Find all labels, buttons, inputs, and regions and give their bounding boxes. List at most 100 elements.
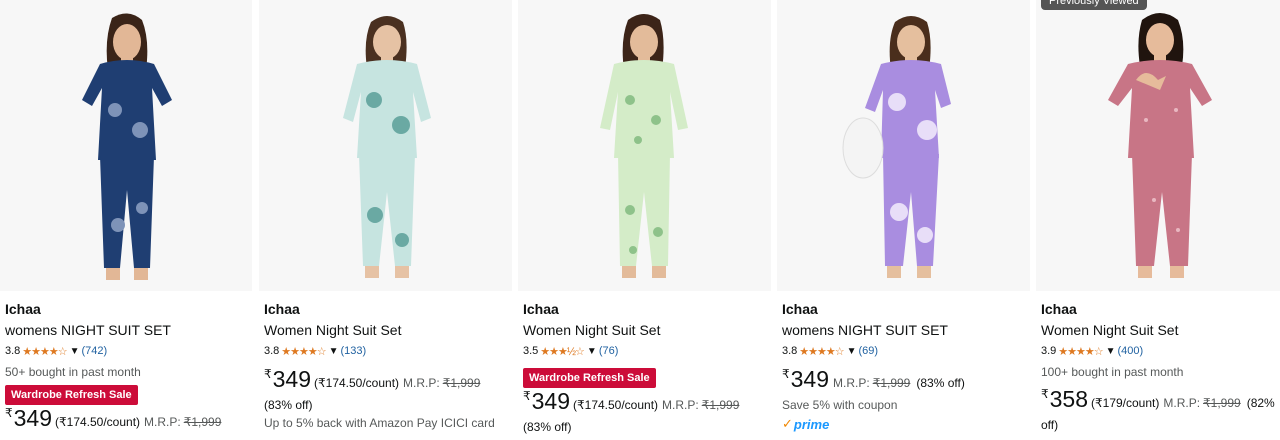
product-grid: Ichaa womens NIGHT SUIT SET 3.8 ★★★★☆ ▼ … [0, 0, 1280, 440]
price-row[interactable]: ₹ 349 (₹174.50/count) M.R.P: ₹1,999 [523, 388, 768, 418]
star-rating-icon[interactable]: ★★★★☆ [22, 345, 67, 358]
prime-badge: ✓ prime [782, 416, 829, 432]
price-whole: 349 [13, 405, 53, 431]
model-figure [842, 16, 951, 278]
review-count-link[interactable]: (76) [599, 345, 619, 357]
brand-name: Ichaa [523, 301, 559, 317]
brand-name: Ichaa [264, 301, 300, 317]
product-image[interactable] [777, 0, 1030, 291]
mrp-value: ₹1,999 [701, 398, 740, 412]
price-whole: 349 [272, 366, 312, 392]
star-rating-icon[interactable]: ★★★★☆ [1058, 345, 1103, 358]
price-row[interactable]: ₹ 349 (₹174.50/count) M.R.P: ₹1,999 [5, 405, 250, 435]
brand-name: Ichaa [5, 301, 41, 317]
currency-symbol: ₹ [1041, 387, 1049, 401]
currency-symbol: ₹ [523, 389, 531, 403]
model-figure [1108, 13, 1212, 278]
model-figure [343, 16, 431, 278]
deal-badge: Wardrobe Refresh Sale [523, 368, 656, 388]
rating-row: 3.8 ★★★★☆ ▼ (133) [264, 340, 509, 362]
product-info: Ichaa Women Night Suit Set 3.5 ★★★½☆ ▼ (… [523, 298, 768, 436]
rating-row: 3.9 ★★★★☆ ▼ (400) [1041, 340, 1276, 362]
product-image[interactable] [518, 0, 771, 291]
rating-value: 3.8 [782, 345, 798, 357]
currency-symbol: ₹ [5, 406, 13, 420]
product-title[interactable]: womens NIGHT SUIT SET [5, 320, 250, 340]
discount-text: (83% off) [523, 420, 572, 434]
price-whole: 349 [531, 388, 571, 414]
price-whole: 358 [1049, 386, 1089, 412]
rating-row: 3.5 ★★★½☆ ▼ (76) [523, 340, 768, 362]
product-title[interactable]: Women Night Suit Set [523, 320, 768, 340]
star-rating-icon[interactable]: ★★★★☆ [799, 345, 844, 358]
mrp-label: M.R.P: [833, 376, 870, 390]
chevron-down-icon[interactable]: ▼ [1106, 346, 1116, 357]
product-image[interactable]: Previously Viewed [1036, 0, 1280, 291]
model-figure [600, 14, 688, 278]
unit-price: (₹174.50/count) [573, 398, 659, 412]
brand-name: Ichaa [1041, 301, 1077, 317]
unit-price: (₹174.50/count) [55, 415, 141, 429]
mrp-value: ₹1,999 [183, 415, 222, 429]
mrp-value: ₹1,999 [872, 376, 911, 390]
mrp-label: M.R.P: [403, 376, 440, 390]
review-count-link[interactable]: (400) [1118, 345, 1144, 357]
rating-value: 3.8 [5, 345, 21, 357]
mrp-label: M.R.P: [144, 415, 181, 429]
product-card[interactable]: Ichaa Women Night Suit Set 3.5 ★★★½☆ ▼ (… [518, 0, 772, 440]
rating-value: 3.9 [1041, 345, 1057, 357]
coupon-text: Save 5% with coupon [782, 398, 898, 412]
price-row[interactable]: ₹ 358 (₹179/count) M.R.P: ₹1,999 (82% [1041, 386, 1276, 416]
review-count-link[interactable]: (69) [859, 345, 879, 357]
discount-text-cont: off) [1041, 418, 1059, 432]
price-row[interactable]: ₹ 349 M.R.P: ₹1,999 (83% off) [782, 366, 1027, 396]
star-rating-icon[interactable]: ★★★★☆ [281, 345, 326, 358]
discount-text: (82% [1246, 396, 1275, 410]
review-count-link[interactable]: (742) [82, 345, 108, 357]
review-count-link[interactable]: (133) [341, 345, 367, 357]
product-card[interactable]: Ichaa womens NIGHT SUIT SET 3.8 ★★★★☆ ▼ … [0, 0, 254, 440]
mrp-value: ₹1,999 [1203, 396, 1241, 410]
product-title[interactable]: Women Night Suit Set [1041, 320, 1276, 340]
price-whole: 349 [790, 366, 830, 392]
bank-offer: Up to 5% back with Amazon Pay ICICI card [264, 416, 495, 430]
bought-count: 50+ bought in past month [5, 365, 141, 379]
chevron-down-icon[interactable]: ▼ [847, 346, 857, 357]
chevron-down-icon[interactable]: ▼ [70, 346, 80, 357]
previously-viewed-badge: Previously Viewed [1041, 0, 1147, 10]
rating-value: 3.5 [523, 345, 539, 357]
chevron-down-icon[interactable]: ▼ [587, 346, 597, 357]
rating-row: 3.8 ★★★★☆ ▼ (69) [782, 340, 1027, 362]
product-card[interactable]: Previously Viewed Ichaa Women Night Suit… [1036, 0, 1280, 440]
model-figure [82, 13, 172, 280]
price-row[interactable]: ₹ 349 (₹174.50/count) M.R.P: ₹1,999 [264, 366, 509, 396]
product-card[interactable]: Ichaa womens NIGHT SUIT SET 3.8 ★★★★☆ ▼ … [777, 0, 1031, 440]
mrp-label: M.R.P: [662, 398, 699, 412]
unit-price: (₹174.50/count) [314, 376, 400, 390]
product-info: Ichaa womens NIGHT SUIT SET 3.8 ★★★★☆ ▼ … [5, 298, 250, 435]
rating-value: 3.8 [264, 345, 280, 357]
currency-symbol: ₹ [782, 367, 790, 381]
check-icon: ✓ [782, 416, 793, 431]
brand-name: Ichaa [782, 301, 818, 317]
discount-text: (83% off) [916, 376, 965, 390]
rating-row: 3.8 ★★★★☆ ▼ (742) [5, 340, 250, 362]
discount-text: (83% off) [264, 398, 313, 412]
product-image[interactable] [0, 0, 252, 291]
deal-badge: Wardrobe Refresh Sale [5, 385, 138, 405]
product-image[interactable] [259, 0, 512, 291]
unit-price: (₹179/count) [1091, 396, 1160, 410]
product-title[interactable]: womens NIGHT SUIT SET [782, 320, 1027, 340]
bought-count: 100+ bought in past month [1041, 365, 1184, 379]
star-rating-icon[interactable]: ★★★½☆ [540, 345, 585, 358]
product-info: Ichaa Women Night Suit Set 3.8 ★★★★☆ ▼ (… [264, 298, 509, 432]
product-info: Ichaa womens NIGHT SUIT SET 3.8 ★★★★☆ ▼ … [782, 298, 1027, 433]
prime-label: prime [793, 416, 830, 432]
currency-symbol: ₹ [264, 367, 272, 381]
mrp-value: ₹1,999 [442, 376, 481, 390]
product-title[interactable]: Women Night Suit Set [264, 320, 509, 340]
product-info: Ichaa Women Night Suit Set 3.9 ★★★★☆ ▼ (… [1041, 298, 1276, 434]
product-card[interactable]: Ichaa Women Night Suit Set 3.8 ★★★★☆ ▼ (… [259, 0, 513, 440]
chevron-down-icon[interactable]: ▼ [329, 346, 339, 357]
mrp-label: M.R.P: [1163, 396, 1201, 410]
